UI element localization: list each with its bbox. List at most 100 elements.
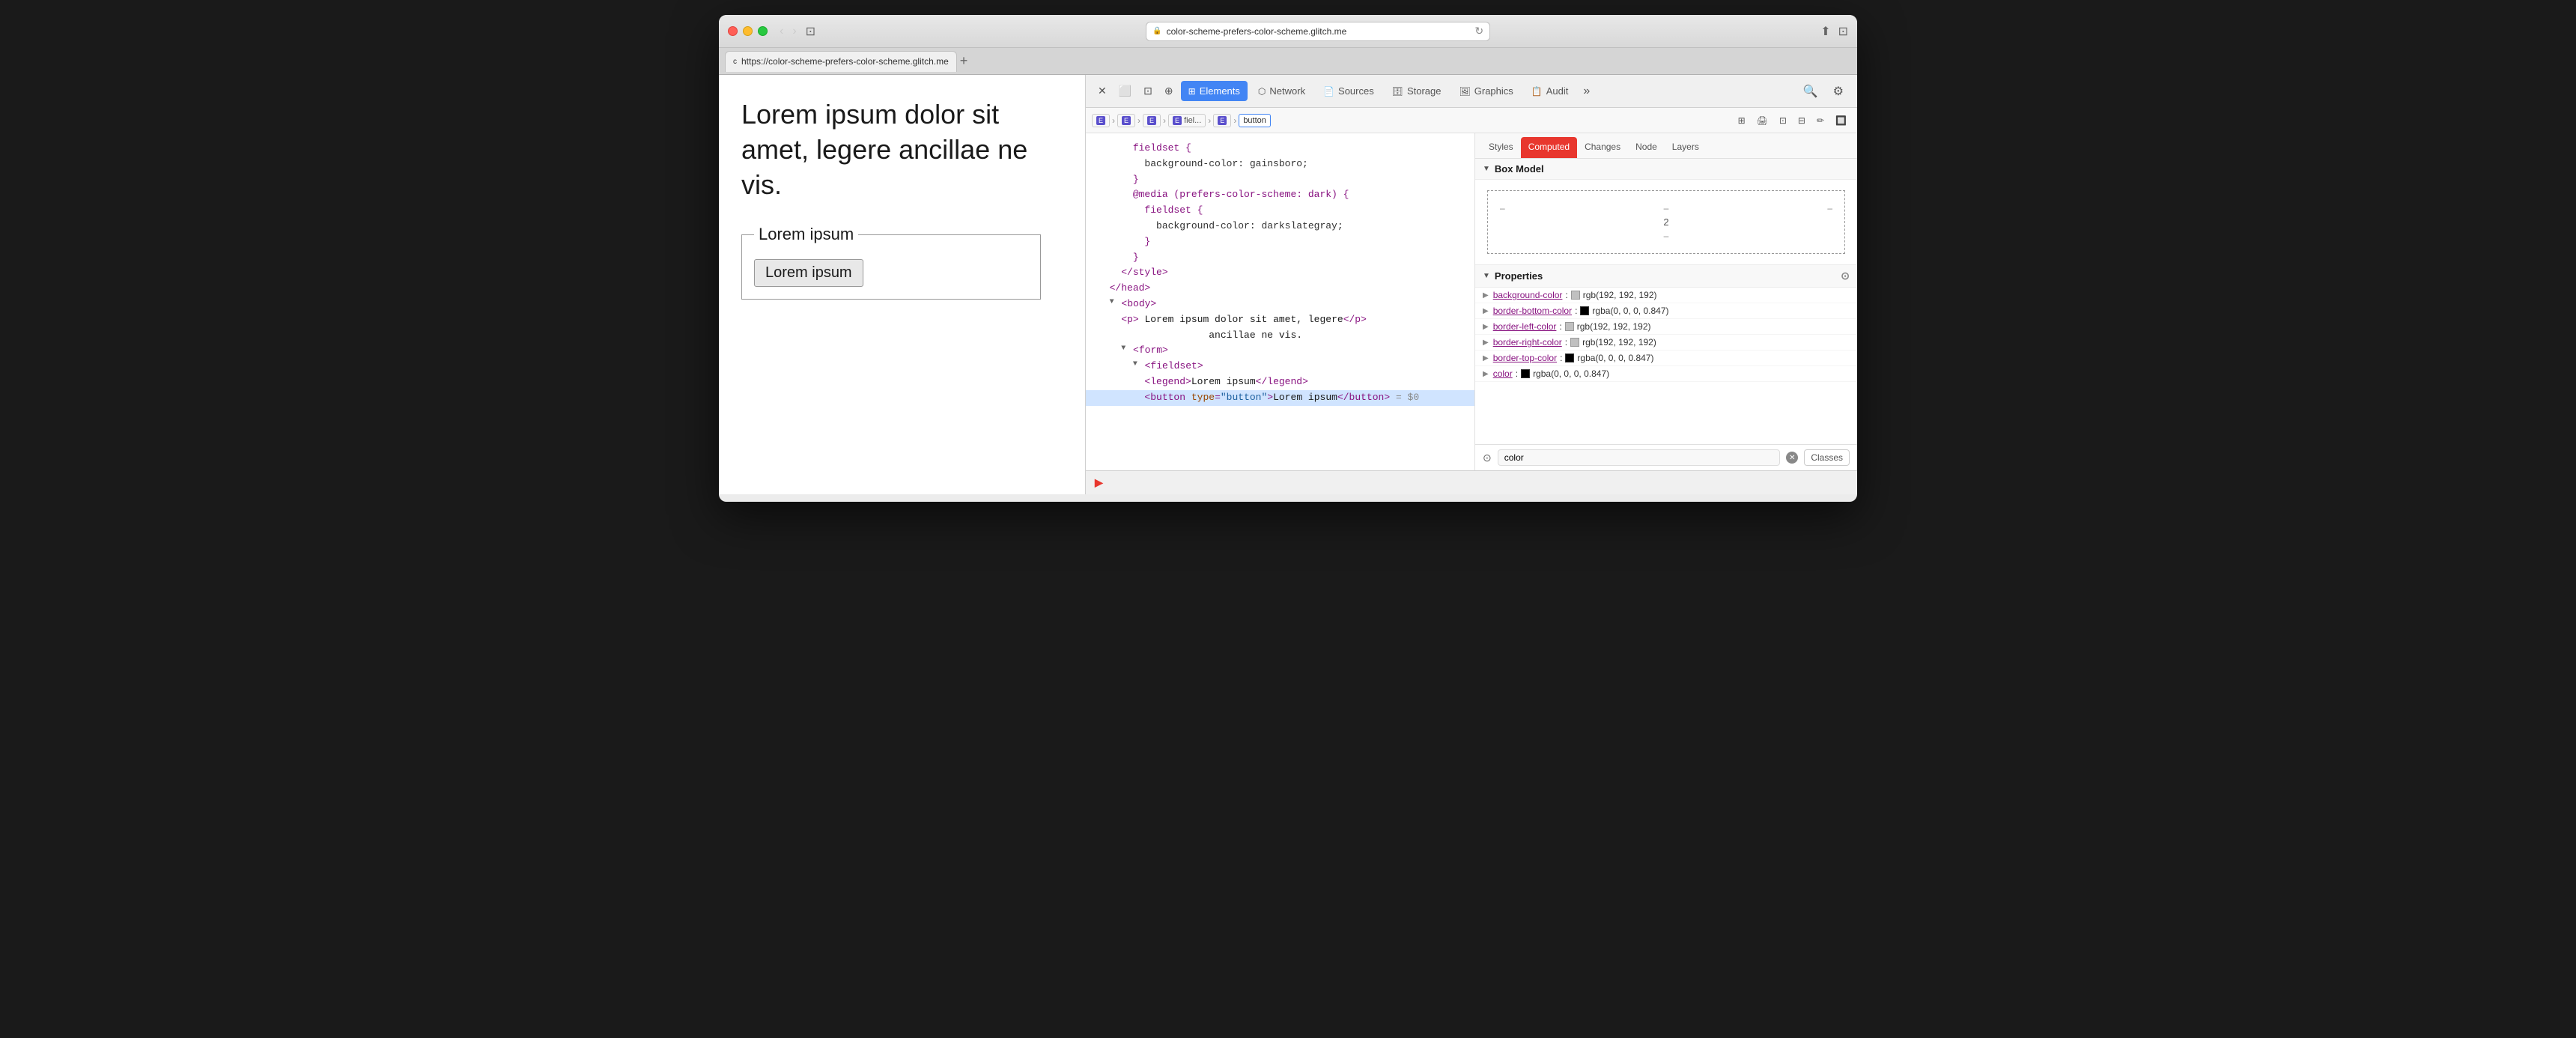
- prop-name-border-right[interactable]: border-right-color: [1493, 337, 1562, 347]
- prop-arrow-border-left[interactable]: ▶: [1483, 323, 1489, 331]
- tab-storage-label: Storage: [1407, 85, 1442, 97]
- prop-val-border-right: rgb(192, 192, 192): [1582, 337, 1656, 347]
- swatch-border-top[interactable]: [1565, 353, 1574, 362]
- console-bar: ▶: [1086, 470, 1857, 494]
- properties-header[interactable]: ▼ Properties ⊙: [1475, 265, 1857, 288]
- tab-graphics[interactable]: 🖼 Graphics: [1452, 81, 1521, 101]
- prop-name-color[interactable]: color: [1493, 368, 1513, 379]
- tab-sources[interactable]: 📄 Sources: [1316, 81, 1382, 101]
- tab-audit[interactable]: 📋 Audit: [1524, 81, 1576, 101]
- breadcrumb-item-fieldset[interactable]: E fiel...: [1168, 114, 1206, 127]
- properties-settings-icon[interactable]: ⊙: [1841, 270, 1850, 282]
- tab-elements-label: Elements: [1200, 85, 1240, 97]
- code-line-selected[interactable]: <button type="button">Lorem ipsum</butto…: [1086, 390, 1474, 406]
- swatch-border-right[interactable]: [1570, 338, 1579, 347]
- back-button[interactable]: ‹: [777, 23, 786, 40]
- swatch-bgcolor[interactable]: [1571, 291, 1580, 300]
- minimize-button[interactable]: [743, 26, 753, 36]
- devtools-undock-button[interactable]: ⊡: [1139, 82, 1157, 100]
- dom-tool-6[interactable]: 🔲: [1831, 112, 1851, 129]
- devtools-settings-button[interactable]: ⚙: [1827, 81, 1850, 102]
- tab-changes[interactable]: Changes: [1577, 137, 1628, 158]
- bm-top-row: – – –: [1500, 203, 1832, 213]
- prop-arrow-border-right[interactable]: ▶: [1483, 339, 1489, 347]
- address-bar[interactable]: 🔒 color-scheme-prefers-color-scheme.glit…: [1146, 22, 1490, 41]
- properties-title: Properties: [1495, 270, 1543, 282]
- prop-arrow-border-top[interactable]: ▶: [1483, 354, 1489, 362]
- prop-colon-border-left: :: [1559, 321, 1561, 332]
- browser-content: Lorem ipsum dolor sit amet, legere ancil…: [719, 75, 1857, 494]
- tab-storage[interactable]: 🗄 Storage: [1385, 81, 1449, 101]
- code-line: <legend>Lorem ipsum</legend>: [1086, 374, 1474, 390]
- tab-network[interactable]: ⬡ Network: [1251, 81, 1313, 101]
- dom-tool-4[interactable]: ⊟: [1793, 112, 1810, 129]
- classes-button[interactable]: Classes: [1804, 449, 1850, 466]
- filter-clear-button[interactable]: ✕: [1786, 452, 1798, 464]
- fieldset-demo: Lorem ipsum Lorem ipsum: [741, 225, 1041, 300]
- title-bar: ‹ › ⊡ 🔒 color-scheme-prefers-color-schem…: [719, 15, 1857, 48]
- prop-arrow-border-bottom[interactable]: ▶: [1483, 307, 1489, 315]
- prop-name-bgcolor[interactable]: background-color: [1493, 290, 1563, 300]
- tab-node[interactable]: Node: [1628, 137, 1665, 158]
- prop-name-border-left[interactable]: border-left-color: [1493, 321, 1557, 332]
- address-url: color-scheme-prefers-color-scheme.glitch…: [1167, 26, 1347, 37]
- tab-styles[interactable]: Styles: [1481, 137, 1521, 158]
- more-tabs-button[interactable]: »: [1579, 82, 1594, 101]
- breadcrumb-item-1[interactable]: E: [1092, 114, 1110, 127]
- prop-arrow-color[interactable]: ▶: [1483, 370, 1489, 378]
- tab-layers[interactable]: Layers: [1665, 137, 1707, 158]
- filter-input[interactable]: [1498, 449, 1781, 466]
- devtools-breadcrumb: E › E › E › E fiel... › E ›: [1086, 108, 1857, 133]
- prop-colon-border-bottom: :: [1575, 306, 1577, 316]
- browser-tab[interactable]: c https://color-scheme-prefers-color-sch…: [725, 51, 957, 72]
- breadcrumb-item-2[interactable]: E: [1117, 114, 1135, 127]
- devtools-search-button[interactable]: 🔍: [1797, 81, 1824, 102]
- tab-network-label: Network: [1269, 85, 1305, 97]
- share-button[interactable]: ⬆: [1820, 24, 1830, 39]
- breadcrumb-item-e5[interactable]: E: [1213, 114, 1231, 127]
- prop-arrow-bgcolor[interactable]: ▶: [1483, 291, 1489, 300]
- devtools-inspect-button[interactable]: ⊕: [1160, 82, 1178, 100]
- code-line: @media (prefers-color-scheme: dark) {: [1086, 187, 1474, 203]
- bm-center-value: 2: [1663, 213, 1668, 231]
- tab-view-button[interactable]: ⊡: [806, 24, 815, 39]
- forward-button[interactable]: ›: [789, 23, 799, 40]
- dom-tool-2[interactable]: 🖨: [1752, 112, 1772, 129]
- prop-colon-border-top: :: [1560, 353, 1562, 363]
- tab-computed[interactable]: Computed: [1521, 137, 1577, 158]
- dom-tool-3[interactable]: ⊡: [1775, 112, 1791, 129]
- elements-icon: ⊞: [1188, 86, 1196, 97]
- prop-colon-color: :: [1516, 368, 1518, 379]
- breadcrumb-item-button[interactable]: button: [1239, 114, 1271, 127]
- close-button[interactable]: [728, 26, 738, 36]
- dom-tool-1[interactable]: ⊞: [1734, 112, 1750, 129]
- console-arrow: ▶: [1095, 476, 1103, 489]
- breadcrumb-item-3[interactable]: E: [1143, 114, 1161, 127]
- maximize-button[interactable]: [758, 26, 768, 36]
- traffic-lights: [728, 26, 768, 36]
- bm-bottom-row: –: [1500, 231, 1832, 241]
- swatch-color[interactable]: [1521, 369, 1530, 378]
- devtools-dock-button[interactable]: ⬜: [1114, 82, 1136, 100]
- code-line: <p> Lorem ipsum dolor sit amet, legere a…: [1086, 312, 1474, 344]
- new-window-button[interactable]: ⊡: [1838, 24, 1848, 39]
- swatch-border-left[interactable]: [1565, 322, 1574, 331]
- devtools-close-button[interactable]: ✕: [1093, 82, 1111, 100]
- new-tab-button[interactable]: +: [960, 53, 968, 69]
- dom-tool-5[interactable]: ✏: [1812, 112, 1829, 129]
- box-model-header[interactable]: ▼ Box Model: [1475, 159, 1857, 180]
- fieldset-button[interactable]: Lorem ipsum: [754, 259, 863, 287]
- prop-name-border-top[interactable]: border-top-color: [1493, 353, 1557, 363]
- prop-name-border-bottom[interactable]: border-bottom-color: [1493, 306, 1572, 316]
- styles-tabs: Styles Computed Changes Node Layers: [1475, 133, 1857, 159]
- console-input[interactable]: [1109, 477, 1848, 488]
- code-line: ▼ <form>: [1086, 343, 1474, 359]
- breadcrumb-arrow-5: ›: [1233, 115, 1236, 126]
- swatch-border-bottom[interactable]: [1580, 306, 1589, 315]
- refresh-button[interactable]: ↻: [1474, 25, 1483, 37]
- lock-icon: 🔒: [1152, 27, 1161, 35]
- tab-sources-label: Sources: [1338, 85, 1374, 97]
- tab-elements[interactable]: ⊞ Elements: [1181, 81, 1248, 101]
- webpage-area: Lorem ipsum dolor sit amet, legere ancil…: [719, 75, 1086, 494]
- prop-row-bgcolor: ▶ background-color : rgb(192, 192, 192): [1475, 288, 1857, 303]
